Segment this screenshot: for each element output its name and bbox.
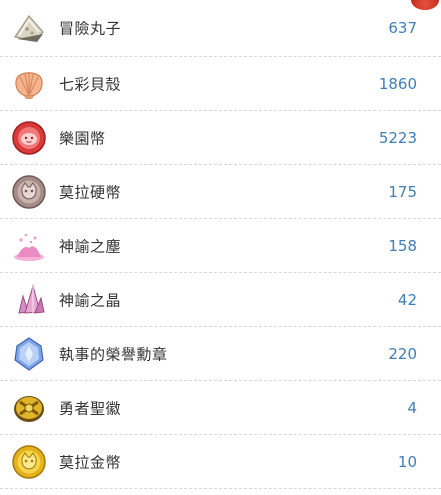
currency-list: 冒險丸子 637 七彩貝殼 1860 樂園幣 5223 莫拉硬幣 175 神諭之… (0, 0, 441, 489)
item-count: 5223 (378, 128, 417, 147)
item-count: 4 (407, 398, 417, 417)
item-name: 執事的榮譽勳章 (59, 345, 168, 363)
mora-coin-icon (11, 174, 47, 210)
list-item[interactable]: 七彩貝殼 1860 (0, 57, 441, 111)
item-name: 莫拉金幣 (59, 453, 122, 471)
list-item[interactable]: 樂園幣 5223 (0, 111, 441, 165)
list-item[interactable]: 冒險丸子 637 (0, 0, 441, 57)
item-name: 七彩貝殼 (59, 75, 122, 93)
item-count: 158 (388, 236, 417, 255)
hero-emblem-icon (11, 390, 47, 426)
mora-gold-coin-icon (11, 444, 47, 480)
shell-icon (11, 66, 47, 102)
item-name: 勇者聖徽 (59, 399, 122, 417)
item-name: 樂園幣 (59, 129, 106, 147)
item-count: 10 (397, 452, 417, 471)
oracle-dust-icon (11, 228, 47, 264)
list-item[interactable]: 莫拉金幣 10 (0, 435, 441, 489)
item-count: 637 (388, 19, 417, 37)
list-item[interactable]: 執事的榮譽勳章 220 (0, 327, 441, 381)
item-name: 冒險丸子 (59, 19, 122, 38)
list-item[interactable]: 神諭之塵 158 (0, 219, 441, 273)
item-count: 220 (388, 344, 417, 363)
item-count: 1860 (378, 74, 417, 93)
item-count: 175 (388, 182, 417, 201)
list-item[interactable]: 勇者聖徽 4 (0, 381, 441, 435)
item-name: 神諭之晶 (59, 291, 122, 309)
butler-medal-icon (11, 336, 47, 372)
list-item[interactable]: 神諭之晶 42 (0, 273, 441, 327)
item-count: 42 (397, 290, 417, 309)
dango-icon (11, 10, 47, 46)
oracle-crystal-icon (11, 282, 47, 318)
list-item[interactable]: 莫拉硬幣 175 (0, 165, 441, 219)
item-name: 神諭之塵 (59, 237, 122, 255)
paradise-coin-icon (11, 120, 47, 156)
item-name: 莫拉硬幣 (59, 183, 122, 201)
